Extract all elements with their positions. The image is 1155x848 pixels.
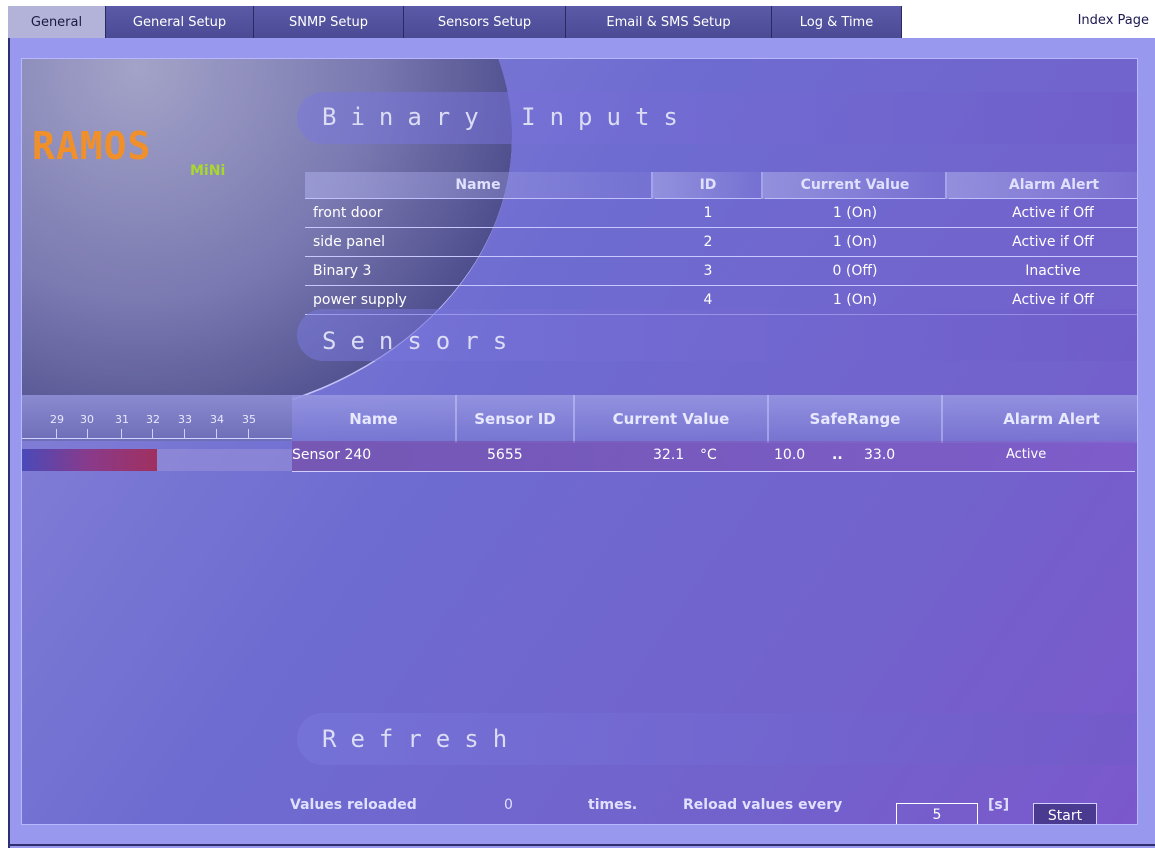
binary-inputs-title: Binary Inputs — [322, 103, 692, 131]
binary-header-row: Name ID Current Value Alarm Alert — [305, 172, 1137, 199]
binary-inputs-table: Name ID Current Value Alarm Alert front … — [305, 172, 1137, 315]
ramos-logo: RAMOS MiNi — [32, 124, 225, 179]
seconds-unit-label: [s] — [988, 797, 1010, 813]
binary-name: side panel — [305, 227, 653, 257]
top-tab-bar: General General Setup SNMP Setup Sensors… — [0, 0, 1155, 38]
col-alarm-alert: Alarm Alert — [945, 172, 1137, 199]
panel-bottom-border — [8, 844, 1155, 846]
col-current-value: Current Value — [573, 395, 768, 443]
sensor-unit: °C — [700, 447, 717, 463]
binary-id: 2 — [653, 227, 763, 257]
sensors-header-row: Name Sensor ID Current Value SafeRange A… — [292, 395, 1137, 443]
sensor-level-bar — [22, 449, 292, 471]
scale-label: 30 — [80, 413, 94, 426]
col-sensor-id: Sensor ID — [455, 395, 574, 443]
sensors-title: Sensors — [322, 327, 522, 355]
binary-id: 3 — [653, 256, 763, 286]
binary-name: front door — [305, 198, 653, 228]
scale-label: 32 — [146, 413, 160, 426]
sensors-table: Name Sensor ID Current Value SafeRange A… — [292, 395, 1137, 443]
reload-interval-input[interactable] — [896, 803, 978, 824]
temperature-scale: 29 30 31 32 33 34 35 — [22, 395, 292, 441]
tab-snmp-setup[interactable]: SNMP Setup — [254, 6, 404, 38]
col-id: ID — [651, 172, 763, 199]
binary-value: 1 (On) — [763, 198, 947, 228]
tab-email-sms-setup[interactable]: Email & SMS Setup — [566, 6, 772, 38]
binary-value: 0 (Off) — [763, 256, 947, 286]
table-row: Binary 3 3 0 (Off) Inactive — [305, 256, 1137, 286]
table-row: side panel 2 1 (On) Active if Off — [305, 227, 1137, 257]
scale-label: 31 — [115, 413, 129, 426]
main-panel: RAMOS MiNi Binary Inputs Name ID Current… — [8, 38, 1155, 848]
tab-row: General General Setup SNMP Setup Sensors… — [8, 6, 902, 38]
binary-value: 1 (On) — [763, 227, 947, 257]
table-row: front door 1 1 (On) Active if Off — [305, 198, 1137, 228]
sensor-value: 32.1 — [653, 447, 685, 463]
scale-baseline — [22, 438, 292, 439]
index-page-link[interactable]: Index Page — [1078, 13, 1149, 28]
scale-label: 29 — [50, 413, 64, 426]
col-name: Name — [305, 172, 653, 199]
tab-general[interactable]: General — [8, 6, 106, 38]
binary-id: 1 — [653, 198, 763, 228]
values-reloaded-label: Values reloaded — [290, 797, 417, 813]
col-current-value: Current Value — [761, 172, 947, 199]
sensor-range-high: 33.0 — [864, 447, 896, 463]
sensor-level-fill — [22, 449, 157, 471]
scale-label: 34 — [210, 413, 224, 426]
tab-log-time[interactable]: Log & Time — [772, 6, 902, 38]
content-area: RAMOS MiNi Binary Inputs Name ID Current… — [21, 58, 1138, 825]
reload-every-label: Reload values every — [683, 797, 843, 813]
sensor-alert: Active — [1006, 447, 1047, 462]
logo-sub-text: MiNi — [190, 163, 226, 179]
tab-general-setup[interactable]: General Setup — [106, 6, 254, 38]
col-alarm-alert: Alarm Alert — [941, 395, 1137, 443]
binary-alert: Inactive — [947, 256, 1137, 286]
scale-label: 35 — [242, 413, 256, 426]
logo-main-text: RAMOS — [32, 124, 152, 168]
sensor-range-separator: .. — [832, 447, 843, 463]
binary-name: Binary 3 — [305, 256, 653, 286]
binary-alert: Active if Off — [947, 198, 1137, 228]
sensor-name: Sensor 240 — [292, 447, 372, 463]
reload-count: 0 — [504, 797, 513, 813]
binary-alert: Active if Off — [947, 227, 1137, 257]
col-name: Name — [292, 395, 456, 443]
start-button[interactable]: Start — [1033, 803, 1097, 824]
sensor-range-low: 10.0 — [774, 447, 806, 463]
times-label: times. — [588, 797, 638, 813]
sensor-id: 5655 — [487, 447, 523, 463]
panel-left-border — [8, 38, 10, 848]
col-safe-range: SafeRange — [767, 395, 942, 443]
refresh-title: Refresh — [322, 725, 522, 753]
scale-label: 33 — [178, 413, 192, 426]
tab-sensors-setup[interactable]: Sensors Setup — [404, 6, 566, 38]
